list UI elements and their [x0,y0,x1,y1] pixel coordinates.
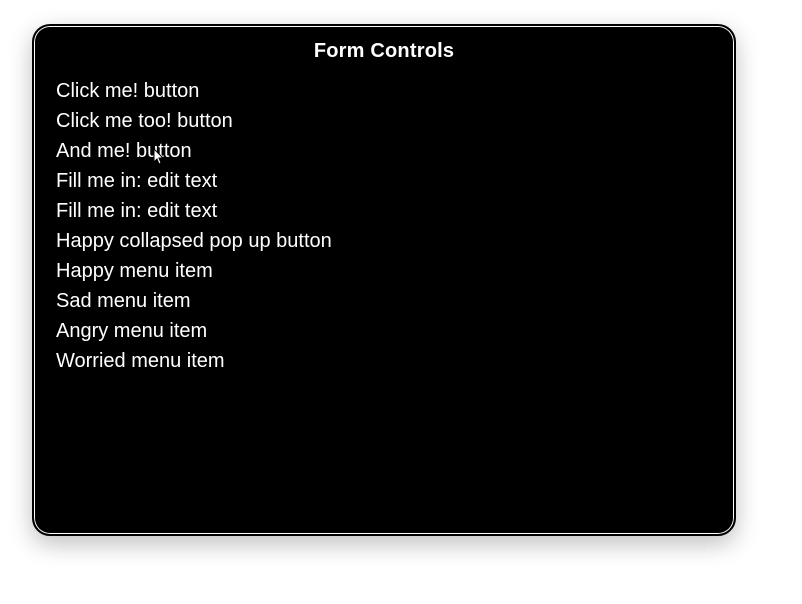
menu-item-angry[interactable]: Angry menu item [56,317,712,345]
edit-text-2[interactable]: Fill me in: edit text [56,197,712,225]
button-and-me[interactable]: And me! button [56,137,712,165]
panel-title: Form Controls [56,40,712,63]
form-controls-panel: Form Controls Click me! button Click me … [32,24,736,536]
menu-item-happy[interactable]: Happy menu item [56,257,712,285]
button-click-me[interactable]: Click me! button [56,77,712,105]
menu-item-sad[interactable]: Sad menu item [56,287,712,315]
popup-button-happy[interactable]: Happy collapsed pop up button [56,227,712,255]
menu-item-worried[interactable]: Worried menu item [56,347,712,375]
controls-list: Click me! button Click me too! button An… [56,77,712,375]
button-click-me-too[interactable]: Click me too! button [56,107,712,135]
edit-text-1[interactable]: Fill me in: edit text [56,167,712,195]
